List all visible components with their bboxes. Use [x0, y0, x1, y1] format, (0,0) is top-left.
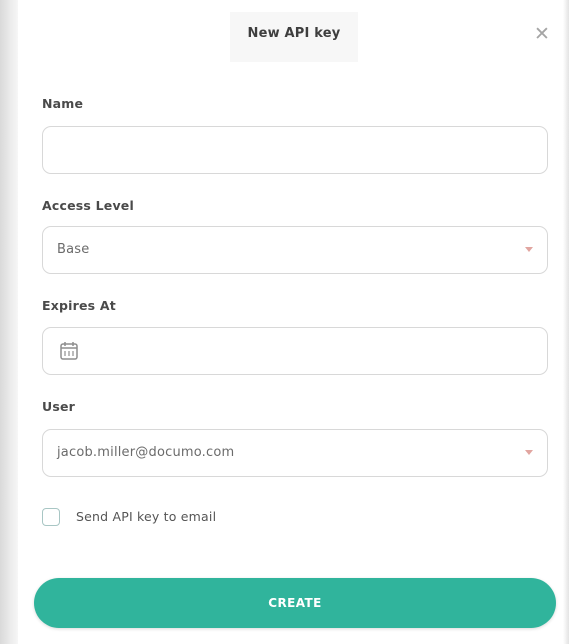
user-select[interactable]: jacob.miller@documo.com — [42, 429, 548, 477]
dialog-title: New API key — [247, 26, 341, 41]
create-button[interactable]: CREATE — [34, 578, 556, 628]
send-email-label[interactable]: Send API key to email — [76, 509, 216, 524]
user-value: jacob.miller@documo.com — [57, 445, 235, 460]
expires-at-date-picker[interactable] — [42, 327, 548, 375]
background-edge — [0, 0, 18, 644]
name-input[interactable] — [42, 126, 548, 174]
send-email-checkbox[interactable] — [42, 508, 60, 526]
api-key-dialog: New API key ✕ Name Access Level Base Exp… — [18, 0, 563, 644]
access-level-value: Base — [57, 242, 90, 257]
screen: New API key ✕ Name Access Level Base Exp… — [0, 0, 569, 644]
user-label: User — [42, 399, 76, 414]
right-shadow — [563, 0, 569, 644]
expires-at-label: Expires At — [42, 298, 116, 313]
close-icon[interactable]: ✕ — [532, 24, 552, 44]
access-level-select[interactable]: Base — [42, 226, 548, 274]
chevron-down-icon — [525, 247, 533, 252]
calendar-icon[interactable] — [59, 341, 79, 361]
chevron-down-icon — [525, 450, 533, 455]
name-label: Name — [42, 96, 84, 111]
access-level-label: Access Level — [42, 198, 134, 213]
